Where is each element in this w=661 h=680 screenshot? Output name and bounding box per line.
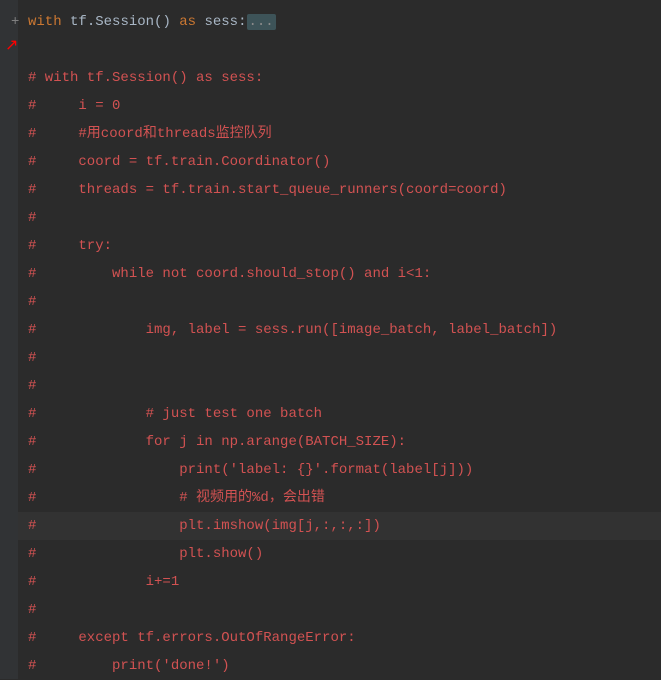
comment-text: # print('done!') <box>28 658 230 674</box>
code-line[interactable]: # #用coord和threads监控队列 <box>28 120 661 148</box>
comment-text: # i = 0 <box>28 98 120 114</box>
code-text: . <box>87 14 95 30</box>
code-line[interactable]: # <box>28 344 661 372</box>
code-line[interactable]: # i+=1 <box>28 568 661 596</box>
keyword-as: as <box>171 14 196 30</box>
code-line[interactable]: # i = 0 <box>28 92 661 120</box>
code-line[interactable]: # threads = tf.train.start_queue_runners… <box>28 176 661 204</box>
comment-text: # coord = tf.train.Coordinator() <box>28 154 330 170</box>
code-text: () <box>154 14 171 30</box>
comment-text: # while not coord.should_stop() and i<1: <box>28 266 431 282</box>
keyword-with: with <box>28 14 62 30</box>
code-text: Session <box>95 14 154 30</box>
comment-text: # <box>28 294 36 310</box>
code-line[interactable]: +with tf.Session() as sess:... <box>28 8 661 36</box>
code-line[interactable]: # <box>28 204 661 232</box>
code-line[interactable]: # coord = tf.train.Coordinator() <box>28 148 661 176</box>
comment-text: # img, label = sess.run([image_batch, la… <box>28 322 557 338</box>
comment-text: # <box>28 378 36 394</box>
comment-text: # # 视频用的%d，会出错 <box>28 490 325 506</box>
comment-text: # except tf.errors.OutOfRangeError: <box>28 630 356 646</box>
comment-text: # <box>28 602 36 618</box>
comment-text: # with tf.Session() as sess: <box>28 70 263 86</box>
comment-text: # plt.imshow(img[j,:,:,:]) <box>28 518 381 534</box>
comment-text: # i+=1 <box>28 574 179 590</box>
code-line[interactable]: # <box>28 596 661 624</box>
comment-text: # #用coord和threads监控队列 <box>28 126 272 142</box>
editor-gutter[interactable] <box>0 0 18 679</box>
code-line[interactable]: # with tf.Session() as sess: <box>28 64 661 92</box>
code-line[interactable]: # # 视频用的%d，会出错 <box>28 484 661 512</box>
comment-text: # print('label: {}'.format(label[j])) <box>28 462 473 478</box>
code-line[interactable]: # plt.show() <box>28 540 661 568</box>
code-line-current[interactable]: # plt.imshow(img[j,:,:,:]) <box>0 512 661 540</box>
code-line[interactable]: # # just test one batch <box>28 400 661 428</box>
comment-text: # <box>28 350 36 366</box>
code-line[interactable]: # <box>28 372 661 400</box>
code-line[interactable]: # while not coord.should_stop() and i<1: <box>28 260 661 288</box>
comment-text: # for j in np.arange(BATCH_SIZE): <box>28 434 406 450</box>
comment-text: # plt.show() <box>28 546 263 562</box>
comment-text: # <box>28 210 36 226</box>
code-line[interactable]: # try: <box>28 232 661 260</box>
code-text: sess <box>196 14 238 30</box>
folded-code-indicator[interactable]: ... <box>247 14 276 30</box>
code-line[interactable]: # except tf.errors.OutOfRangeError: <box>28 624 661 652</box>
code-line[interactable]: # print('label: {}'.format(label[j])) <box>28 456 661 484</box>
comment-text: # threads = tf.train.start_queue_runners… <box>28 182 507 198</box>
comment-text: # # just test one batch <box>28 406 322 422</box>
comment-text: # try: <box>28 238 112 254</box>
code-editor[interactable]: +with tf.Session() as sess:... # with tf… <box>0 0 661 680</box>
code-text: tf <box>62 14 87 30</box>
code-line[interactable]: # print('done!') <box>28 652 661 680</box>
code-line[interactable] <box>28 36 661 64</box>
code-line[interactable]: # img, label = sess.run([image_batch, la… <box>28 316 661 344</box>
code-line[interactable]: # <box>28 288 661 316</box>
fold-plus-icon[interactable]: + <box>11 8 19 36</box>
code-text: : <box>238 14 246 30</box>
code-line[interactable]: # for j in np.arange(BATCH_SIZE): <box>28 428 661 456</box>
